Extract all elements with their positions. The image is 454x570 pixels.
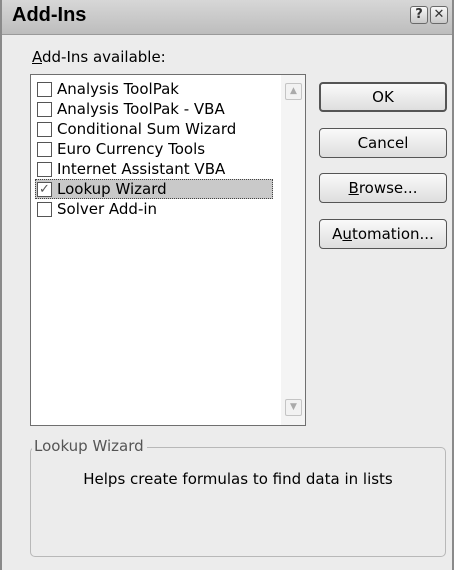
add-ins-label-accesskey: A — [32, 48, 42, 66]
add-ins-dialog: Add-Ins ? ✕ Add-Ins available: Analysis … — [0, 0, 454, 570]
help-icon[interactable]: ? — [410, 6, 428, 24]
list-item-label: Analysis ToolPak — [57, 80, 179, 98]
description-heading: Lookup Wizard — [32, 437, 147, 455]
checkbox[interactable] — [37, 122, 52, 137]
list-item-label: Internet Assistant VBA — [57, 160, 226, 178]
checkbox[interactable] — [37, 102, 52, 117]
add-ins-available-label: Add-Ins available: — [32, 48, 166, 66]
checkbox[interactable] — [37, 82, 52, 97]
checkbox-checked[interactable]: ✓ — [37, 182, 52, 197]
list-item-solver-add-in[interactable]: Solver Add-in — [35, 199, 273, 219]
add-ins-list[interactable]: Analysis ToolPak Analysis ToolPak - VBA … — [30, 74, 306, 426]
list-item-conditional-sum-wizard[interactable]: Conditional Sum Wizard — [35, 119, 273, 139]
list-item-internet-assistant-vba[interactable]: Internet Assistant VBA — [35, 159, 273, 179]
list-item-lookup-wizard[interactable]: ✓ Lookup Wizard — [35, 179, 273, 199]
checkbox[interactable] — [37, 202, 52, 217]
checkbox[interactable] — [37, 162, 52, 177]
list-item-analysis-toolpak-vba[interactable]: Analysis ToolPak - VBA — [35, 99, 273, 119]
browse-accesskey: B — [348, 179, 359, 197]
list-scrollbar[interactable]: ▲ ▼ — [281, 75, 305, 425]
description-groupbox — [30, 447, 446, 557]
list-item-analysis-toolpak[interactable]: Analysis ToolPak — [35, 79, 273, 99]
automation-accesskey: u — [342, 225, 352, 243]
scroll-down-icon[interactable]: ▼ — [285, 399, 302, 416]
close-icon[interactable]: ✕ — [430, 6, 448, 24]
browse-button[interactable]: Browse... — [319, 173, 447, 203]
list-item-label: Euro Currency Tools — [57, 140, 206, 158]
ok-button[interactable]: OK — [319, 82, 447, 112]
dialog-title: Add-Ins — [12, 4, 87, 26]
automation-label-rest: tomation... — [351, 225, 434, 243]
cancel-button[interactable]: Cancel — [319, 128, 447, 158]
list-item-label: Conditional Sum Wizard — [57, 120, 237, 138]
list-item-label: Solver Add-in — [57, 200, 158, 218]
add-ins-label-text: dd-Ins available: — [42, 48, 166, 66]
browse-label: rowse... — [358, 179, 418, 197]
description-text: Helps create formulas to find data in li… — [83, 470, 393, 488]
list-item-euro-currency-tools[interactable]: Euro Currency Tools — [35, 139, 273, 159]
title-bar[interactable]: Add-Ins ? ✕ — [2, 0, 452, 35]
automation-button[interactable]: Automation... — [319, 219, 447, 249]
checkbox[interactable] — [37, 142, 52, 157]
scroll-up-icon[interactable]: ▲ — [285, 83, 302, 100]
list-item-label: Analysis ToolPak - VBA — [57, 100, 225, 118]
automation-label-pre: A — [332, 225, 343, 243]
list-item-label: Lookup Wizard — [57, 180, 167, 198]
